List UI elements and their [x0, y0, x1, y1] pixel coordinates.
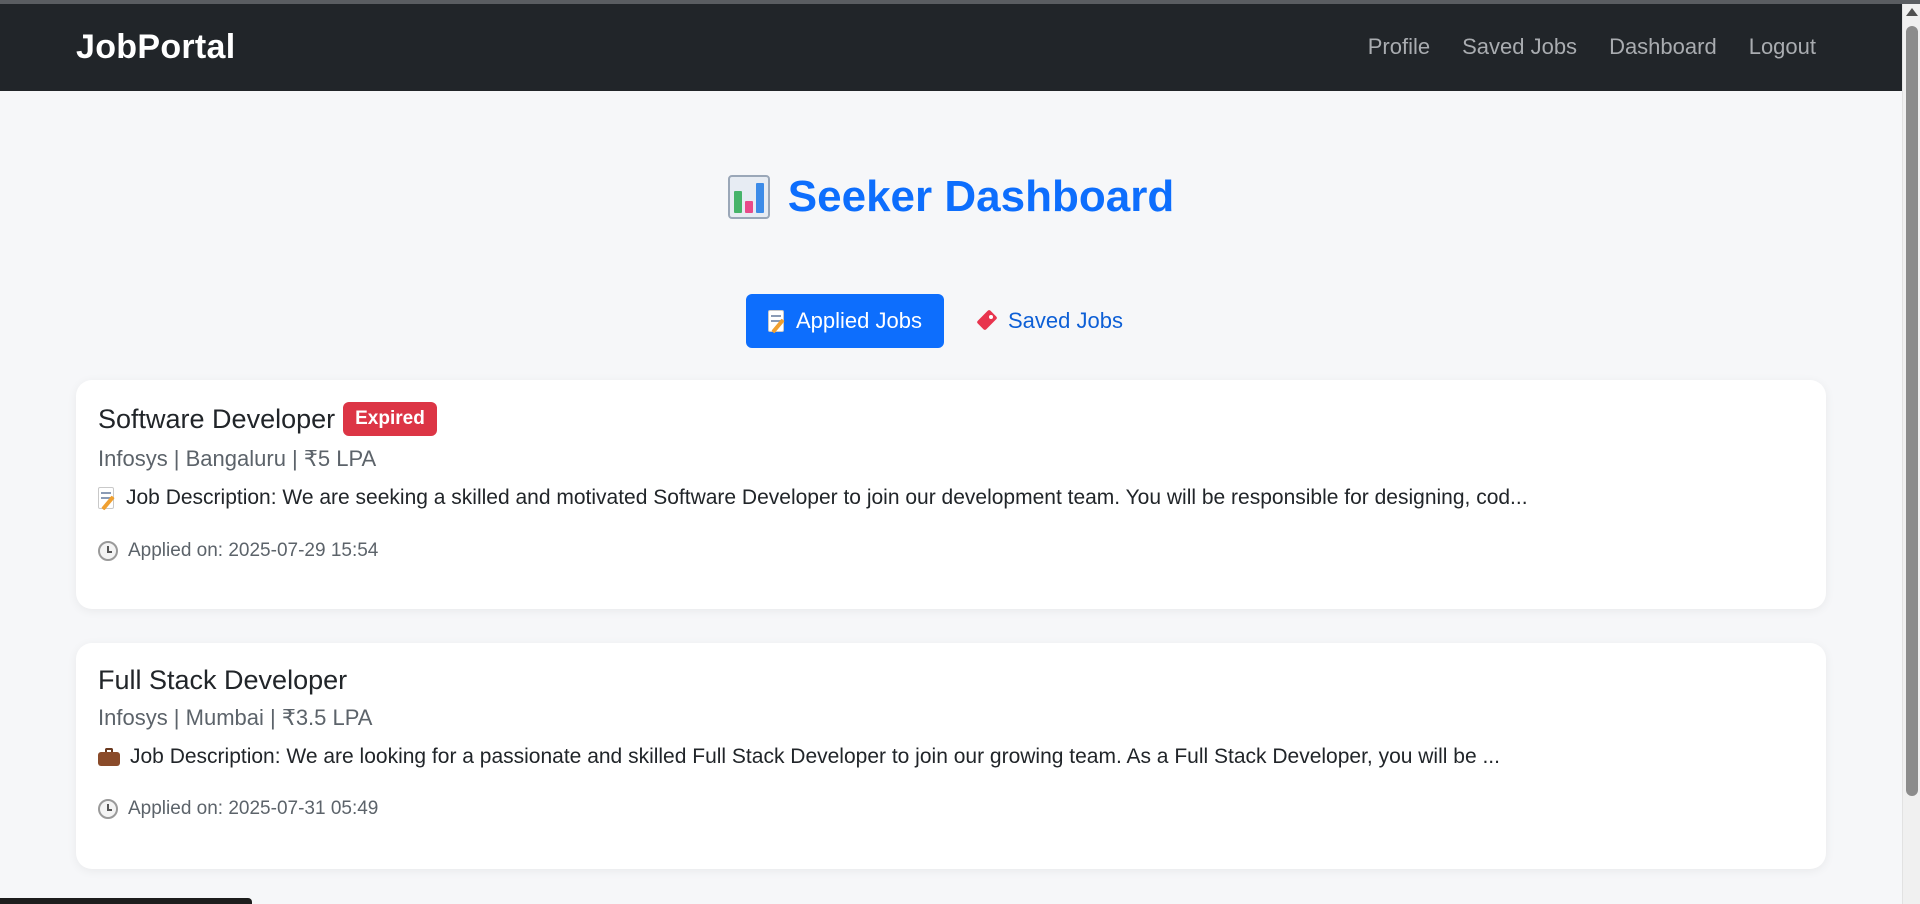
job-meta: Infosys | Bangaluru | ₹5 LPA: [98, 446, 377, 471]
job-description: Job Description: We are looking for a pa…: [98, 745, 1500, 769]
page-title: Seeker Dashboard: [0, 172, 1902, 222]
tab-saved-jobs[interactable]: Saved Jobs: [954, 294, 1145, 348]
job-title-row: Full Stack Developer: [98, 665, 347, 696]
applied-date-text: Applied on: 2025-07-31 05:49: [128, 798, 379, 819]
briefcase-icon: [98, 748, 120, 766]
vertical-scrollbar[interactable]: [1902, 4, 1920, 904]
nav-link-saved-jobs[interactable]: Saved Jobs: [1462, 34, 1577, 60]
tag-icon: [976, 309, 998, 332]
scroll-up-arrow-icon[interactable]: [1906, 8, 1918, 16]
job-card[interactable]: Software Developer Expired Infosys | Ban…: [76, 380, 1826, 609]
applied-date: Applied on: 2025-07-29 15:54: [98, 540, 378, 562]
tab-applied-jobs[interactable]: Applied Jobs: [746, 294, 944, 348]
job-title-row: Software Developer Expired: [98, 402, 437, 436]
job-title: Software Developer: [98, 403, 336, 434]
nav-link-logout[interactable]: Logout: [1749, 34, 1816, 60]
nav-links: Profile Saved Jobs Dashboard Logout: [1368, 34, 1816, 60]
nav-link-dashboard[interactable]: Dashboard: [1609, 34, 1717, 60]
bar-chart-icon: [727, 175, 770, 219]
page-title-text: Seeker Dashboard: [787, 172, 1175, 221]
applied-date: Applied on: 2025-07-31 05:49: [98, 798, 378, 820]
status-badge: Expired: [343, 402, 437, 436]
taskbar-edge: [0, 898, 252, 904]
memo-icon: [768, 310, 786, 334]
nav-link-profile[interactable]: Profile: [1368, 34, 1430, 60]
clock-icon: [98, 799, 118, 819]
applied-date-text: Applied on: 2025-07-29 15:54: [128, 540, 379, 561]
job-description-text: Job Description: We are looking for a pa…: [130, 745, 1500, 768]
job-description-text: Job Description: We are seeking a skille…: [126, 486, 1528, 509]
job-meta: Infosys | Mumbai | ₹3.5 LPA: [98, 705, 373, 730]
navbar: JobPortal Profile Saved Jobs Dashboard L…: [0, 4, 1902, 91]
memo-icon: [98, 487, 116, 511]
clock-icon: [98, 541, 118, 561]
tab-saved-jobs-label: Saved Jobs: [1007, 308, 1123, 333]
scroll-thumb[interactable]: [1906, 26, 1918, 796]
job-title: Full Stack Developer: [98, 665, 348, 695]
brand-logo[interactable]: JobPortal: [76, 28, 236, 67]
dashboard-tabs: Applied Jobs Saved Jobs: [746, 294, 1145, 348]
job-description: Job Description: We are seeking a skille…: [98, 486, 1528, 511]
tab-applied-jobs-label: Applied Jobs: [796, 308, 922, 333]
job-card[interactable]: Full Stack Developer Infosys | Mumbai | …: [76, 643, 1826, 869]
